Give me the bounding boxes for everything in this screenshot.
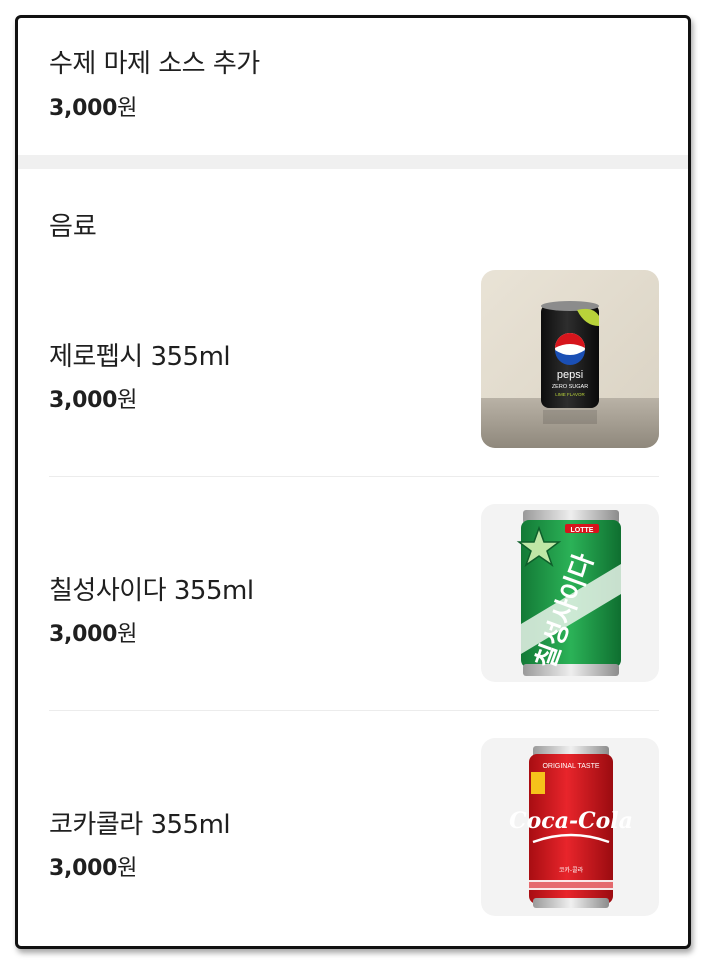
pepsi-can-label: pepsi [557, 369, 583, 381]
item-separator [49, 710, 659, 711]
chilsung-cider-can-image: LOTTE 칠성사이다 [481, 504, 659, 682]
menu-item-chilsung-cider[interactable]: 칠성사이다 355ml 3,000원 LOTTE 칠성사이다 [49, 502, 661, 682]
coke-can-top-text: ORIGINAL TASTE [542, 763, 599, 770]
section-divider [18, 155, 688, 169]
section-title-drinks: 음료 [49, 212, 97, 242]
cider-can-brand: LOTTE [571, 527, 594, 534]
menu-item-name: 칠성사이다 355ml [49, 576, 254, 606]
pepsi-can-sub: ZERO SUGAR [552, 384, 588, 390]
pepsi-can-sub2: LIME FLAVOR [555, 392, 585, 397]
menu-item-price: 3,000원 [49, 856, 138, 881]
coca-cola-can-image: ORIGINAL TASTE Coca-Cola 코카-콜라 [481, 738, 659, 916]
menu-item-zero-pepsi[interactable]: 제로펩시 355ml 3,000원 pepsi ZERO SUGAR LIME … [49, 268, 661, 448]
menu-item-name: 제로펩시 355ml [49, 342, 231, 372]
sauce-option[interactable]: 수제 마제 소스 추가 3,000원 [18, 18, 688, 155]
coke-can-korean-label: 코카-콜라 [559, 866, 584, 874]
menu-item-price: 3,000원 [49, 622, 138, 647]
menu-item-coca-cola[interactable]: 코카콜라 355ml 3,000원 ORIGINAL TASTE Coca-Co… [49, 736, 661, 916]
sauce-option-title: 수제 마제 소스 추가 [49, 49, 260, 79]
menu-item-price: 3,000원 [49, 388, 138, 413]
item-separator [49, 476, 659, 477]
menu-options-panel: 수제 마제 소스 추가 3,000원 음료 제로펩시 355ml 3,000원 [15, 15, 691, 949]
menu-item-name: 코카콜라 355ml [49, 810, 231, 840]
coke-can-logo: Coca-Cola [509, 808, 633, 834]
pepsi-can-image: pepsi ZERO SUGAR LIME FLAVOR [481, 270, 659, 448]
sauce-option-price: 3,000원 [49, 96, 138, 121]
